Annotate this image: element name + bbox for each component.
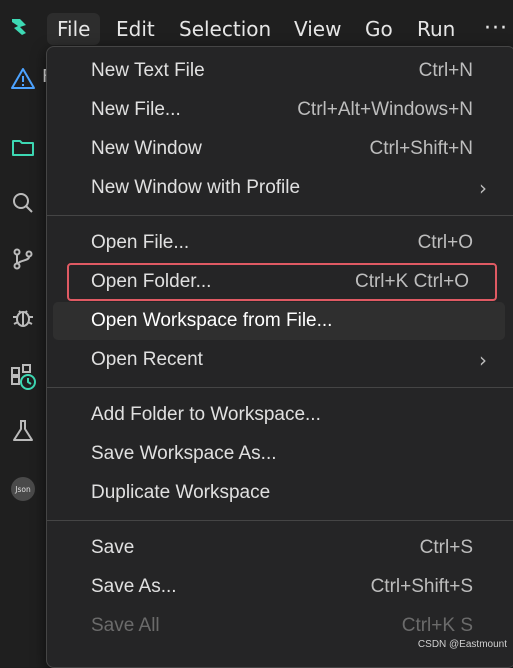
menu-selection[interactable]: Selection — [169, 13, 281, 45]
chevron-right-icon: › — [479, 176, 487, 200]
menu-item-save-as[interactable]: Save As... Ctrl+Shift+S — [53, 568, 505, 606]
file-menu-dropdown: New Text File Ctrl+N New File... Ctrl+Al… — [46, 46, 513, 668]
menu-item-label: Save All — [91, 615, 160, 636]
menu-item-new-file[interactable]: New File... Ctrl+Alt+Windows+N — [53, 91, 505, 129]
menu-item-shortcut: Ctrl+K Ctrl+O — [354, 271, 469, 292]
testing-icon[interactable] — [10, 418, 36, 444]
menu-item-add-folder-to-workspace[interactable]: Add Folder to Workspace... — [53, 396, 505, 434]
menu-item-label: Open File... — [91, 232, 190, 253]
json-icon-label: Json — [14, 485, 31, 494]
menu-item-shortcut: Ctrl+O — [417, 232, 473, 253]
menu-separator — [47, 520, 513, 521]
menu-separator — [47, 215, 513, 216]
debug-icon[interactable] — [10, 304, 36, 330]
menu-item-shortcut: Ctrl+S — [419, 537, 473, 558]
menu-item-label: Open Folder... — [91, 271, 212, 292]
warning-icon[interactable] — [10, 66, 36, 92]
menu-item-new-window[interactable]: New Window Ctrl+Shift+N — [53, 130, 505, 168]
menu-item-label: Save — [91, 537, 135, 558]
menu-item-label: Add Folder to Workspace... — [91, 404, 321, 425]
menu-item-label: Duplicate Workspace — [91, 482, 271, 503]
source-control-icon[interactable] — [10, 246, 36, 272]
search-icon[interactable] — [10, 190, 36, 216]
explorer-icon[interactable] — [10, 134, 36, 160]
menu-item-label: Open Workspace from File... — [91, 310, 333, 331]
watermark: CSDN @Eastmount — [417, 639, 507, 650]
menu-item-new-text-file[interactable]: New Text File Ctrl+N — [53, 52, 505, 90]
activity-bar: Json — [0, 56, 46, 656]
menu-item-shortcut: Ctrl+Shift+S — [370, 576, 473, 597]
menu-item-duplicate-workspace[interactable]: Duplicate Workspace — [53, 474, 505, 512]
menu-item-shortcut: Ctrl+Shift+N — [369, 138, 473, 159]
menu-item-shortcut: Ctrl+N — [418, 60, 473, 81]
menu-item-label: New Text File — [91, 60, 205, 81]
menu-item-label: New Window with Profile — [91, 177, 301, 198]
menu-item-label: Open Recent — [91, 349, 203, 370]
menu-item-save-workspace-as[interactable]: Save Workspace As... — [53, 435, 505, 473]
menu-file[interactable]: File — [47, 13, 101, 45]
menu-item-label: Save As... — [91, 576, 177, 597]
menu-item-label: Save Workspace As... — [91, 443, 277, 464]
extensions-icon[interactable] — [10, 364, 36, 390]
menu-run[interactable]: Run — [407, 13, 465, 45]
menu-edit[interactable]: Edit — [106, 13, 165, 45]
json-icon[interactable]: Json — [10, 476, 36, 502]
menu-item-open-recent[interactable]: Open Recent › — [53, 341, 505, 379]
chevron-right-icon: › — [479, 348, 487, 372]
menu-item-new-window-with-profile[interactable]: New Window with Profile › — [53, 169, 505, 207]
menu-item-open-workspace-from-file[interactable]: Open Workspace from File... — [53, 302, 505, 340]
menu-item-label: New File... — [91, 99, 181, 120]
app-logo-icon — [12, 19, 26, 35]
menu-item-shortcut: Ctrl+Alt+Windows+N — [297, 99, 473, 120]
menu-view[interactable]: View — [284, 13, 351, 45]
menu-item-open-file[interactable]: Open File... Ctrl+O — [53, 224, 505, 262]
menu-go[interactable]: Go — [355, 13, 403, 45]
menu-item-save[interactable]: Save Ctrl+S — [53, 529, 505, 567]
menu-item-open-folder[interactable]: Open Folder... Ctrl+K Ctrl+O — [67, 263, 497, 301]
more-icon[interactable]: ··· — [484, 16, 508, 41]
menu-separator — [47, 387, 513, 388]
menu-item-label: New Window — [91, 138, 202, 159]
